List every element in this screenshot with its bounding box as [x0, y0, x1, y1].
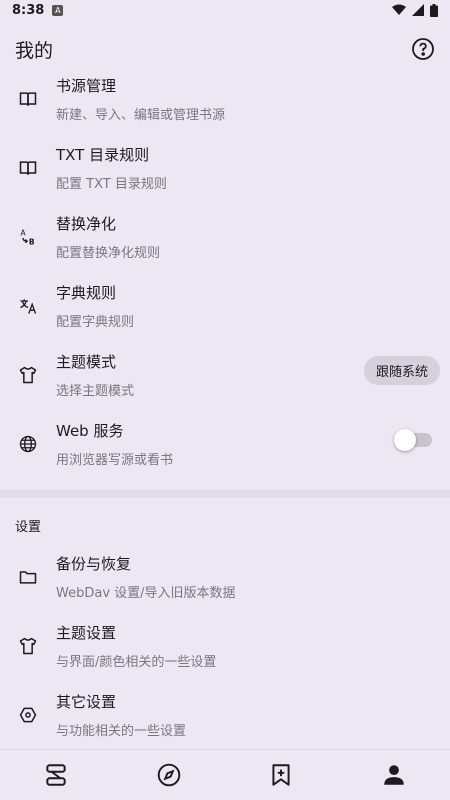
- web-service-toggle[interactable]: [394, 429, 432, 451]
- item-subtitle: 与界面/颜色相关的一些设置: [56, 654, 217, 670]
- help-circle-icon[interactable]: [411, 37, 435, 61]
- item-title: 主题模式: [56, 352, 117, 371]
- item-title: Web 服务: [56, 421, 124, 440]
- menu-item-other-settings[interactable]: 其它设置 与功能相关的一些设置: [0, 680, 450, 749]
- item-subtitle: WebDav 设置/导入旧版本数据: [56, 585, 236, 601]
- item-title: 替换净化: [56, 214, 117, 233]
- item-subtitle: 配置字典规则: [56, 314, 135, 330]
- settings-section-label: 设置: [15, 520, 42, 535]
- folder-icon: [0, 567, 56, 587]
- menu-item-web-service[interactable]: Web 服务 用浏览器写源或看书: [0, 409, 450, 478]
- item-title: 书源管理: [56, 76, 117, 95]
- item-title: 其它设置: [56, 692, 117, 711]
- theme-mode-chip[interactable]: 跟随系统: [363, 356, 440, 385]
- status-icons: [392, 3, 438, 17]
- menu-item-dict-rule[interactable]: 字典规则 配置字典规则: [0, 271, 450, 340]
- page-title: 我的: [15, 39, 54, 62]
- main-menu-list: 书源管理 新建、导入、编辑或管理书源 TXT 目录规则 配置 TXT 目录规则 …: [0, 64, 450, 478]
- item-subtitle: 用浏览器写源或看书: [56, 452, 174, 468]
- item-title: 字典规则: [56, 283, 117, 302]
- signal-icon: [412, 4, 424, 16]
- shirt-icon: [0, 636, 56, 656]
- status-bar: 8:38 A: [0, 0, 450, 20]
- menu-item-book-source[interactable]: 书源管理 新建、导入、编辑或管理书源: [0, 64, 450, 133]
- settings-list: 备份与恢复 WebDav 设置/导入旧版本数据 主题设置 与界面/颜色相关的一些…: [0, 542, 450, 749]
- svg-text:B: B: [29, 237, 35, 246]
- section-divider: [0, 490, 450, 498]
- item-title: 主题设置: [56, 623, 117, 642]
- item-subtitle: 配置 TXT 目录规则: [56, 176, 167, 192]
- menu-item-backup-restore[interactable]: 备份与恢复 WebDav 设置/导入旧版本数据: [0, 542, 450, 611]
- settings-hex-icon: [0, 705, 56, 725]
- item-subtitle: 选择主题模式: [56, 383, 135, 399]
- menu-item-txt-toc-rule[interactable]: TXT 目录规则 配置 TXT 目录规则: [0, 133, 450, 202]
- toggle-knob: [394, 429, 416, 451]
- globe-icon: [0, 434, 56, 454]
- bottom-navigation: [0, 749, 450, 800]
- replace-icon: A B: [0, 227, 56, 247]
- wifi-icon: [392, 4, 406, 15]
- item-subtitle: 与功能相关的一些设置: [56, 723, 187, 739]
- svg-text:A: A: [21, 228, 27, 237]
- item-title: 备份与恢复: [56, 554, 132, 573]
- menu-item-replace-rule[interactable]: A B 替换净化 配置替换净化规则: [0, 202, 450, 271]
- explore-nav-icon[interactable]: [154, 760, 184, 790]
- item-title: TXT 目录规则: [56, 145, 150, 164]
- bookshelf-nav-icon[interactable]: [41, 760, 71, 790]
- menu-item-theme-mode[interactable]: 主题模式 选择主题模式 跟随系统: [0, 340, 450, 409]
- book-open-icon: [0, 89, 56, 109]
- translate-icon: [0, 296, 56, 316]
- item-subtitle: 新建、导入、编辑或管理书源: [56, 107, 226, 123]
- shirt-icon: [0, 365, 56, 385]
- menu-item-theme-settings[interactable]: 主题设置 与界面/颜色相关的一些设置: [0, 611, 450, 680]
- rss-nav-icon[interactable]: [266, 760, 296, 790]
- book-open-icon: [0, 158, 56, 178]
- notification-icon: A: [52, 4, 64, 16]
- my-nav-icon[interactable]: [379, 760, 409, 790]
- item-subtitle: 配置替换净化规则: [56, 245, 161, 261]
- battery-icon: [430, 3, 438, 17]
- status-time: 8:38: [12, 2, 45, 18]
